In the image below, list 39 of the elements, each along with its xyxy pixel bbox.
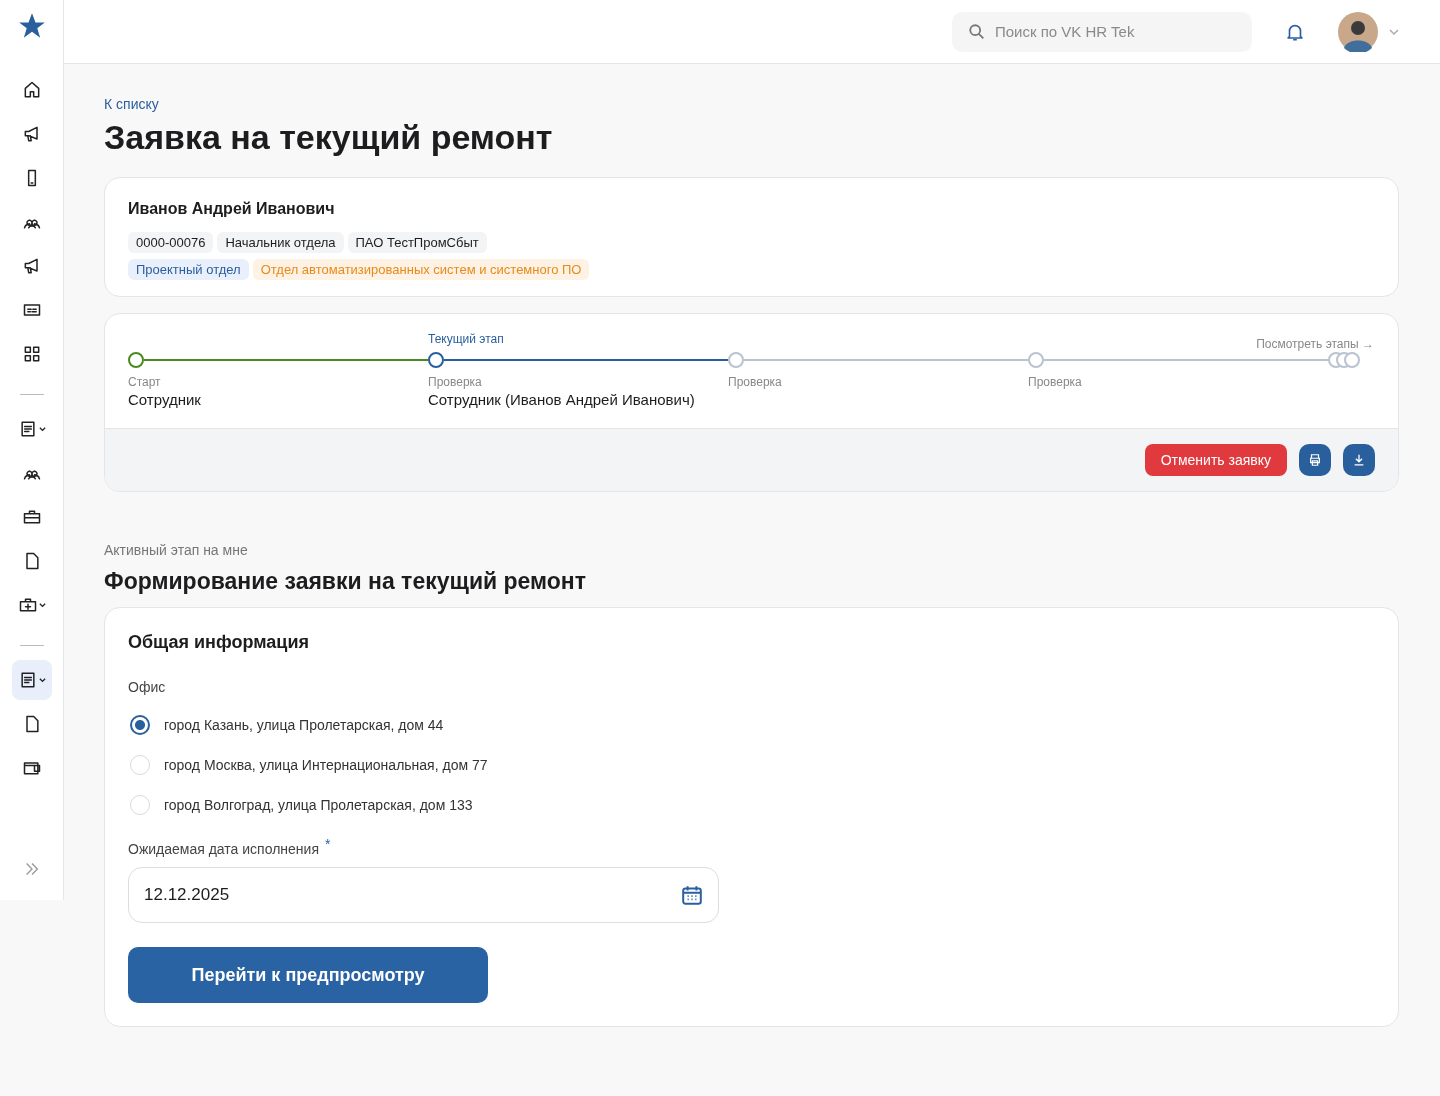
calendar-icon[interactable] [681,884,703,906]
stage-label: Проверка [428,375,483,389]
stage-person: Сотрудник [128,391,202,408]
radio-label: город Москва, улица Интернациональная, дом 77 [164,757,488,773]
tag: ПАО ТестПромСбыт [347,232,487,253]
printer-icon [1308,453,1322,467]
document-icon[interactable] [11,660,52,700]
stage-caption: Активный этап на мне [104,542,249,558]
current-stage-label: Текущий этап [428,332,504,346]
view-stages-link[interactable]: Посмотреть этапы → [1256,337,1374,351]
stage-person: Сотрудник (Иванов Андрей Иванович) [428,391,696,408]
stage-label: Проверка [728,375,783,389]
radio-label: город Волгоград, улица Пролетарская, дом 133 [164,797,473,813]
star-logo-icon[interactable] [17,12,46,40]
cancel-button[interactable]: Отменить заявку [1144,444,1287,476]
radio-label: город Казань, улица Пролетарская, дом 44 [164,717,444,733]
employee-name: Иванов Андрей Иванович [128,200,336,218]
search-icon [968,22,986,41]
radio-button[interactable] [130,715,150,735]
tag: Начальник отдела [217,232,344,253]
section-title: Общая информация [128,632,310,653]
preview-button[interactable]: Перейти к предпросмотру [128,947,488,1003]
tag: Проектный отдел [128,259,249,280]
date-field[interactable]: 12.12.2025 [128,867,719,923]
field-label: Ожидаемая дата исполнения [128,841,319,857]
tag: Отдел автоматизированных систем и системного ПО [252,259,590,280]
required-mark: * [325,836,331,854]
download-icon [1352,453,1366,467]
field-label: Офис [128,679,167,695]
download-button[interactable] [1343,444,1375,476]
avatar-icon[interactable] [1338,11,1378,52]
stage-title: Формирование заявки на текущий ремонт [104,568,587,595]
stage-label: Проверка [1028,375,1083,389]
tag: 0000-00076 [128,232,214,253]
stage-label: Старт [128,375,162,389]
back-link[interactable]: К списку [104,96,159,112]
page-title: Заявка на текущий ремонт [104,118,554,157]
print-button[interactable] [1299,444,1331,476]
search-field[interactable]: Поиск по VK HR Tek [952,11,1252,52]
